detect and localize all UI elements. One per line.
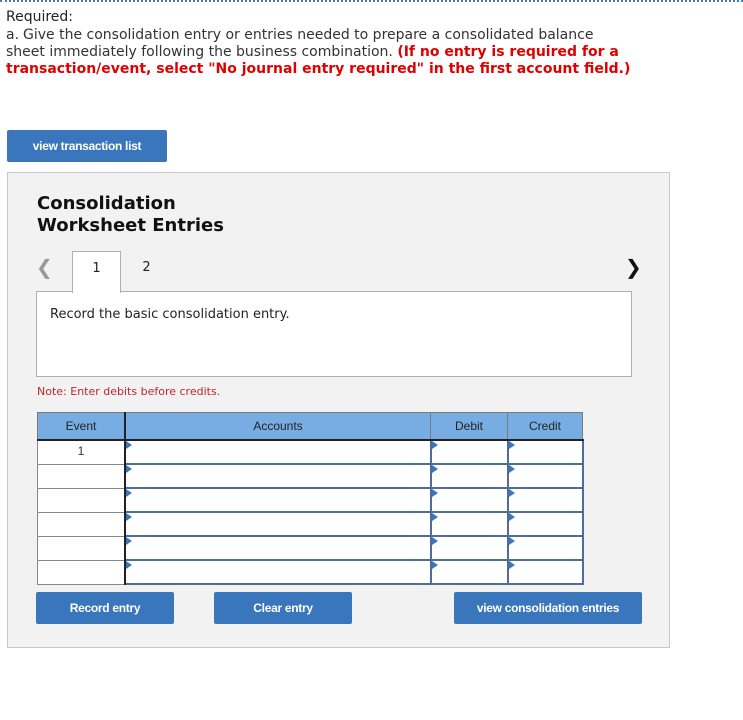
view-consolidation-entries-button[interactable]: view consolidation entries <box>454 592 642 624</box>
dropdown-indicator-icon <box>126 561 132 569</box>
account-input[interactable] <box>124 535 432 561</box>
debit-input[interactable] <box>429 463 509 489</box>
table-row: 1 <box>37 439 584 465</box>
dropdown-indicator-icon <box>126 465 132 473</box>
chevron-left-icon[interactable]: ❮ <box>36 255 53 279</box>
dropdown-indicator-icon <box>508 441 515 449</box>
credit-input[interactable] <box>506 487 584 513</box>
consolidation-worksheet-panel: Consolidation Worksheet Entries ❮ 1 2 ❯ … <box>7 172 670 648</box>
dropdown-indicator-icon <box>126 441 132 449</box>
account-input[interactable] <box>124 511 432 537</box>
table-row <box>37 463 584 489</box>
event-cell <box>37 559 126 585</box>
dropdown-indicator-icon <box>126 489 132 497</box>
chevron-right-icon[interactable]: ❯ <box>625 255 642 279</box>
debit-input[interactable] <box>429 487 509 513</box>
column-header-accounts: Accounts <box>124 412 431 441</box>
view-transaction-list-button[interactable]: view transaction list <box>7 130 167 162</box>
credit-input[interactable] <box>506 439 584 465</box>
journal-entry-table: Event Accounts Debit Credit 1 <box>37 412 584 585</box>
question-letter: a. <box>6 27 20 43</box>
dropdown-indicator-icon <box>431 561 438 569</box>
table-row <box>37 535 584 561</box>
event-cell <box>37 487 126 513</box>
credit-input[interactable] <box>506 535 584 561</box>
debit-input[interactable] <box>429 439 509 465</box>
debit-input[interactable] <box>429 535 509 561</box>
dropdown-indicator-icon <box>508 513 515 521</box>
table-header-row: Event Accounts Debit Credit <box>37 412 583 441</box>
account-input[interactable] <box>124 487 432 513</box>
tab-2[interactable]: 2 <box>122 251 171 293</box>
credit-input[interactable] <box>506 463 584 489</box>
debit-input[interactable] <box>429 559 509 585</box>
event-cell <box>37 463 126 489</box>
dropdown-indicator-icon <box>431 489 438 497</box>
credit-input[interactable] <box>506 511 584 537</box>
account-input[interactable] <box>124 559 432 585</box>
clear-entry-button[interactable]: Clear entry <box>214 592 352 624</box>
panel-title-line1: Consolidation <box>37 193 176 214</box>
dropdown-indicator-icon <box>508 489 515 497</box>
dropdown-indicator-icon <box>126 537 132 545</box>
tab-1[interactable]: 1 <box>72 251 121 293</box>
required-label: Required: <box>6 9 74 25</box>
table-row <box>37 559 584 585</box>
dropdown-indicator-icon <box>431 441 438 449</box>
credit-input[interactable] <box>506 559 584 585</box>
panel-title-line2: Worksheet Entries <box>37 215 224 236</box>
question-text: a. Give the consolidation entry or entrie… <box>6 27 636 78</box>
entry-description: Record the basic consolidation entry. <box>36 291 632 377</box>
dropdown-indicator-icon <box>508 537 515 545</box>
table-row <box>37 511 584 537</box>
event-cell <box>37 535 126 561</box>
dropdown-indicator-icon <box>431 465 438 473</box>
dropdown-indicator-icon <box>126 513 132 521</box>
table-row <box>37 487 584 513</box>
account-input[interactable] <box>124 463 432 489</box>
debit-input[interactable] <box>429 511 509 537</box>
column-header-debit: Debit <box>430 412 508 441</box>
event-cell: 1 <box>37 439 126 465</box>
dropdown-indicator-icon <box>431 537 438 545</box>
dropdown-indicator-icon <box>431 513 438 521</box>
panel-title: Consolidation Worksheet Entries <box>37 193 224 237</box>
record-entry-button[interactable]: Record entry <box>36 592 174 624</box>
account-input[interactable] <box>124 439 432 465</box>
top-dotted-divider <box>0 0 743 2</box>
event-cell <box>37 511 126 537</box>
column-header-credit: Credit <box>507 412 583 441</box>
debits-note: Note: Enter debits before credits. <box>37 385 221 398</box>
dropdown-indicator-icon <box>508 561 515 569</box>
dropdown-indicator-icon <box>508 465 515 473</box>
column-header-event: Event <box>37 412 126 441</box>
